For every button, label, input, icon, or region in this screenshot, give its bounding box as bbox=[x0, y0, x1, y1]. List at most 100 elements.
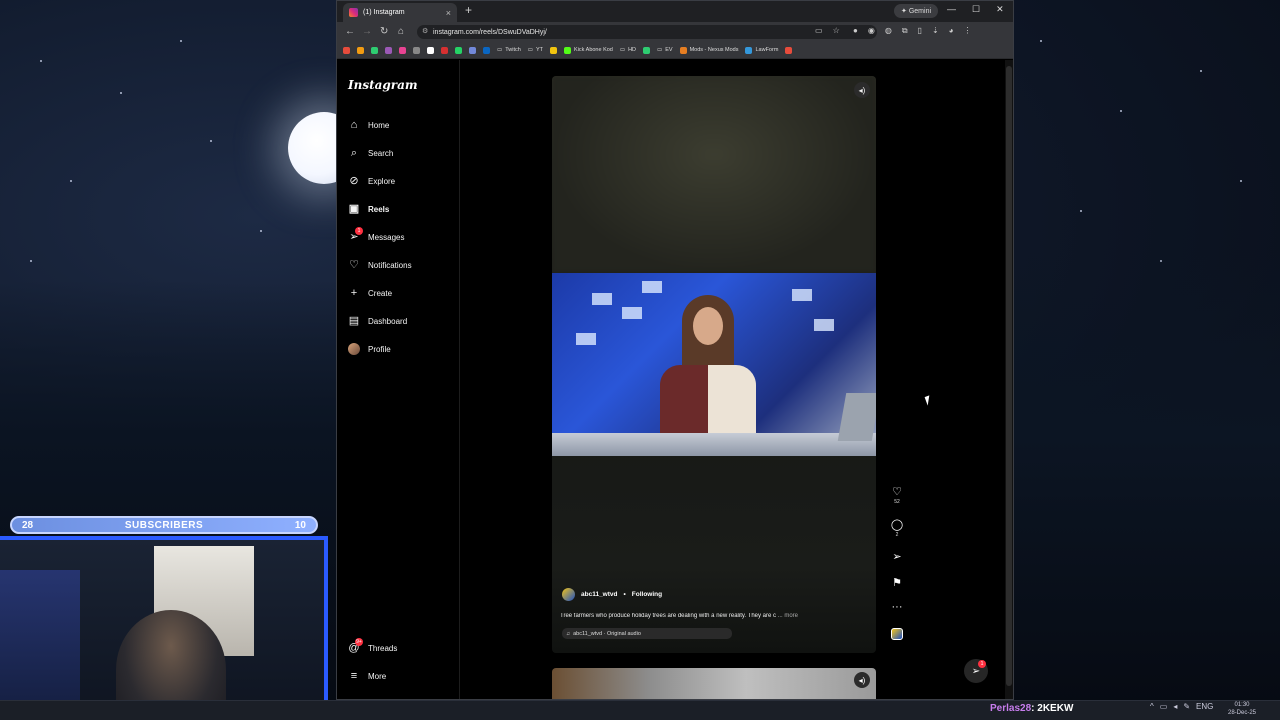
bookmark-ev[interactable]: ▭ EV bbox=[657, 47, 673, 53]
bookmark-icon[interactable] bbox=[643, 46, 651, 54]
minimize-icon[interactable]: — bbox=[947, 4, 956, 15]
bookmarks-bar: ▭ Twitch ▭ YT Kick Abone Kod ▭ HD ▭ EV Mods … bbox=[337, 42, 1013, 59]
author-username[interactable]: abc11_wtvd bbox=[581, 591, 618, 598]
bookmark-nexus[interactable]: Mods - Nexus Mods bbox=[679, 46, 738, 54]
site-info-icon[interactable]: ⚙ bbox=[422, 27, 428, 35]
bookmark-icon[interactable] bbox=[441, 46, 448, 54]
bookmark-icon[interactable] bbox=[343, 46, 350, 54]
sidebar-toggle-icon[interactable]: ▯ bbox=[918, 26, 922, 36]
news-anchor bbox=[660, 295, 756, 445]
bookmark-yt[interactable]: ▭ YT bbox=[528, 47, 543, 53]
share-button[interactable]: ➢ bbox=[885, 550, 909, 563]
clock[interactable]: 01:30 28-Dec-25 bbox=[1228, 701, 1256, 717]
nav-messages[interactable]: ➢ 1 Messages bbox=[348, 227, 404, 243]
subscribers-current: 28 bbox=[22, 519, 34, 531]
extension-icon-1[interactable]: ● bbox=[853, 26, 858, 36]
volume-icon[interactable]: ◂ bbox=[1173, 702, 1177, 711]
more-options-button[interactable]: ··· bbox=[885, 601, 909, 613]
bookmark-icon[interactable] bbox=[427, 46, 434, 54]
nav-profile[interactable]: Profile bbox=[348, 343, 391, 355]
bookmark-icon[interactable] bbox=[399, 46, 406, 54]
url-field[interactable]: ⚙ instagram.com/reels/DSwuDVaDHyj/ bbox=[417, 25, 877, 39]
clock-date: 28-Dec-25 bbox=[1228, 710, 1257, 716]
chat-text: : 2KEKW bbox=[1031, 703, 1074, 714]
like-count: 52 bbox=[894, 499, 900, 505]
extensions-puzzle-icon[interactable]: ⧉ bbox=[902, 26, 908, 36]
pen-icon[interactable]: ✎ bbox=[1183, 702, 1190, 711]
bookmark-icon[interactable] bbox=[413, 46, 420, 54]
bookmark-icon[interactable] bbox=[785, 46, 793, 54]
gemini-button[interactable]: ✦ Gemini bbox=[894, 4, 938, 18]
chat-user: Perlas28 bbox=[990, 703, 1032, 714]
bookmark-twitch[interactable]: ▭ Twitch bbox=[497, 47, 521, 53]
following-button[interactable]: Following bbox=[632, 591, 662, 598]
bookmark-icon[interactable] bbox=[483, 46, 490, 54]
close-window-icon[interactable]: ✕ bbox=[996, 4, 1004, 15]
network-icon[interactable]: ▭ bbox=[1160, 702, 1168, 711]
mute-toggle-icon[interactable]: ◂) bbox=[854, 82, 870, 98]
music-note-icon: ♫ bbox=[566, 630, 571, 637]
tray-chevron-icon[interactable]: ^ bbox=[1150, 702, 1154, 711]
nav-search[interactable]: ⌕ Search bbox=[348, 147, 393, 159]
instagram-favicon-icon bbox=[349, 8, 358, 17]
audio-thumbnail[interactable] bbox=[891, 628, 903, 640]
bookmark-kick[interactable]: Kick Abone Kod bbox=[564, 46, 613, 54]
folder-icon: ▭ bbox=[527, 47, 533, 53]
nav-explore[interactable]: ⊘ Explore bbox=[348, 175, 395, 187]
bookmark-icon[interactable] bbox=[357, 46, 364, 54]
cast-icon[interactable]: ▭ bbox=[815, 26, 823, 35]
tab-close-icon[interactable]: × bbox=[446, 8, 451, 18]
nav-reels[interactable]: ▣ Reels bbox=[348, 203, 390, 215]
avatar-icon bbox=[348, 343, 360, 355]
instagram-page: Instagram ⌂ Home ⌕ Search ⊘ Explore ▣ Re… bbox=[337, 60, 1013, 699]
nav-dashboard[interactable]: ▤ Dashboard bbox=[348, 315, 407, 327]
new-tab-icon[interactable]: + bbox=[465, 3, 472, 17]
tab-instagram[interactable]: (1) Instagram × bbox=[343, 3, 457, 22]
bookmark-icon[interactable] bbox=[550, 46, 558, 54]
nav-more[interactable]: ≡ More bbox=[348, 670, 386, 682]
bookmark-icon[interactable] bbox=[371, 46, 378, 54]
reels-icon: ▣ bbox=[348, 203, 360, 215]
reload-icon[interactable]: ↻ bbox=[380, 26, 388, 37]
save-button[interactable]: ⚑ bbox=[885, 576, 909, 589]
messages-badge: 1 bbox=[355, 227, 363, 235]
profile-avatar-icon[interactable]: ◕ bbox=[949, 26, 954, 36]
bookmark-hd[interactable]: ▭ HD bbox=[620, 47, 636, 53]
nav-create[interactable]: + Create bbox=[348, 287, 392, 299]
bookmark-star-icon[interactable]: ☆ bbox=[833, 26, 840, 35]
messages-floating-button[interactable]: ➢ 1 bbox=[964, 659, 988, 683]
downloads-icon[interactable]: ⇣ bbox=[932, 26, 939, 36]
extension-icon-2[interactable]: ◉ bbox=[868, 26, 875, 36]
mute-toggle-icon[interactable]: ◂) bbox=[854, 672, 870, 688]
next-reel[interactable]: ◂) bbox=[552, 668, 876, 699]
reel-audio-link[interactable]: ♫ abc11_wtvd · Original audio bbox=[562, 628, 732, 639]
caption-more-link[interactable]: ... more bbox=[778, 613, 798, 619]
home-browser-icon[interactable]: ⌂ bbox=[398, 26, 404, 37]
reel-video[interactable] bbox=[552, 273, 876, 456]
bookmark-lawform[interactable]: LawForm bbox=[745, 46, 778, 54]
nav-notifications[interactable]: ♡ Notifications bbox=[348, 259, 412, 271]
extension-icon-3[interactable]: ◍ bbox=[885, 26, 892, 36]
bookmark-icon[interactable] bbox=[469, 46, 476, 54]
page-scrollbar[interactable] bbox=[1005, 60, 1013, 699]
browser-menu-icon[interactable]: ⋮ bbox=[963, 26, 971, 36]
forward-icon[interactable]: → bbox=[362, 26, 372, 37]
subscribers-goal-bar: 28 SUBSCRIBERS 10 bbox=[10, 516, 318, 534]
nav-home[interactable]: ⌂ Home bbox=[348, 119, 390, 131]
taskbar bbox=[0, 700, 1280, 720]
back-icon[interactable]: ← bbox=[345, 26, 355, 37]
bookmark-icon[interactable] bbox=[385, 46, 392, 54]
author-avatar[interactable] bbox=[562, 588, 575, 601]
nav-threads[interactable]: @9+ Threads bbox=[348, 638, 397, 654]
reel-player[interactable]: ◂) abc11_wtvd • Following Tree farmers w… bbox=[552, 76, 876, 653]
menu-icon: ≡ bbox=[350, 670, 358, 682]
comment-button[interactable]: ◯ 2 bbox=[885, 518, 909, 538]
bookmark-icon: ⚑ bbox=[892, 577, 902, 589]
instagram-logo[interactable]: Instagram bbox=[348, 78, 418, 92]
bookmark-icon[interactable] bbox=[455, 46, 462, 54]
comment-icon: ◯ bbox=[890, 519, 904, 531]
language-indicator[interactable]: ENG bbox=[1196, 702, 1213, 711]
scroll-thumb[interactable] bbox=[1006, 66, 1012, 686]
maximize-icon[interactable]: ☐ bbox=[972, 4, 980, 15]
like-button[interactable]: ♡ 52 bbox=[885, 485, 909, 505]
